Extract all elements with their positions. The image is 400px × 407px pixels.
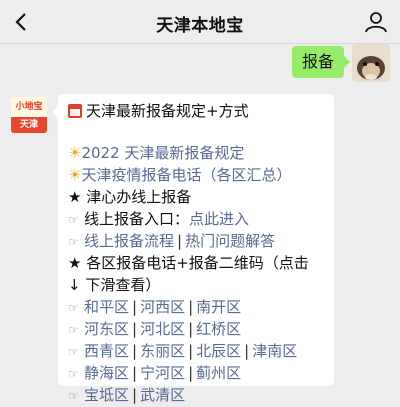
pointing-hand-icon: ☞ [68,345,79,359]
chat-header: 天津本地宝 [0,0,400,44]
bot-avatar-logo-text: 小地宝 [11,97,47,117]
separator: | [244,342,250,360]
link-2022-rules[interactable]: 2022 天津最新报备规定 [81,144,244,162]
link-district[interactable]: 南开区 [196,298,241,316]
link-district[interactable]: 蓟州区 [196,364,241,382]
sun-icon: ☀ [68,166,82,184]
link-flow[interactable]: 线上报备流程 [84,232,174,250]
separator: | [132,298,138,316]
link-district[interactable]: 河东区 [84,320,129,338]
star-icon: ★ [68,188,87,206]
section-districts-cont: ↓ 下滑查看） [68,276,161,294]
outgoing-message-bubble[interactable]: 报备 [291,46,351,78]
district-row: ☞ 宝坻区 | 武清区 [68,384,324,406]
hamster-avatar-icon [352,44,390,82]
separator: | [132,320,138,338]
star-icon: ★ [68,254,87,272]
separator: | [188,320,194,338]
link-district[interactable]: 静海区 [84,364,129,382]
bot-avatar[interactable]: 小地宝 天津 [10,96,48,134]
user-avatar[interactable] [352,44,390,82]
link-entry[interactable]: 点此进入 [189,210,249,228]
link-district[interactable]: 河北区 [140,320,185,338]
calendar-icon [68,104,82,118]
entry-label: 线上报备入口： [84,210,190,228]
section-districts: 各区报备电话+报备二维码（点击 [86,254,309,272]
message-heading: 天津最新报备规定+方式 [86,102,249,120]
separator: | [132,342,138,360]
district-row: ☞ 河东区 | 河北区 | 红桥区 [68,318,324,340]
link-district[interactable]: 西青区 [84,342,129,360]
link-district[interactable]: 宁河区 [140,364,185,382]
separator: | [188,298,194,316]
link-district[interactable]: 宝坻区 [84,386,129,404]
district-row: ☞ 和平区 | 河西区 | 南开区 [68,296,324,318]
pointing-hand-icon: ☞ [68,235,79,249]
bot-avatar-city: 天津 [11,117,47,133]
section-online: 津心办线上报备 [86,188,192,206]
separator: | [188,364,194,382]
separator: | [177,232,183,250]
link-phone-summary[interactable]: 天津疫情报备电话（各区汇总） [81,166,291,184]
district-row: ☞ 静海区 | 宁河区 | 蓟州区 [68,362,324,384]
separator: | [188,342,194,360]
link-district[interactable]: 武清区 [140,386,185,404]
link-district[interactable]: 北辰区 [196,342,241,360]
separator: | [132,364,138,382]
separator: | [132,386,138,404]
district-row: ☞ 西青区 | 东丽区 | 北辰区 | 津南区 [68,340,324,362]
pointing-hand-icon: ☞ [68,323,79,337]
link-district[interactable]: 和平区 [84,298,129,316]
link-district[interactable]: 河西区 [140,298,185,316]
pointing-hand-icon: ☞ [68,301,79,315]
link-district[interactable]: 东丽区 [140,342,185,360]
sun-icon: ☀ [68,144,82,162]
incoming-message-bubble: 天津最新报备规定+方式 ☀2022 天津最新报备规定 ☀天津疫情报备电话（各区汇… [52,94,334,404]
link-district[interactable]: 红桥区 [196,320,241,338]
pointing-hand-icon: ☞ [68,367,79,381]
person-icon[interactable] [362,8,390,36]
chat-title: 天津本地宝 [156,16,244,36]
link-district[interactable]: 津南区 [252,342,297,360]
link-faq[interactable]: 热门问题解答 [185,232,275,250]
pointing-hand-icon: ☞ [68,389,79,403]
pointing-hand-icon: ☞ [68,213,79,227]
